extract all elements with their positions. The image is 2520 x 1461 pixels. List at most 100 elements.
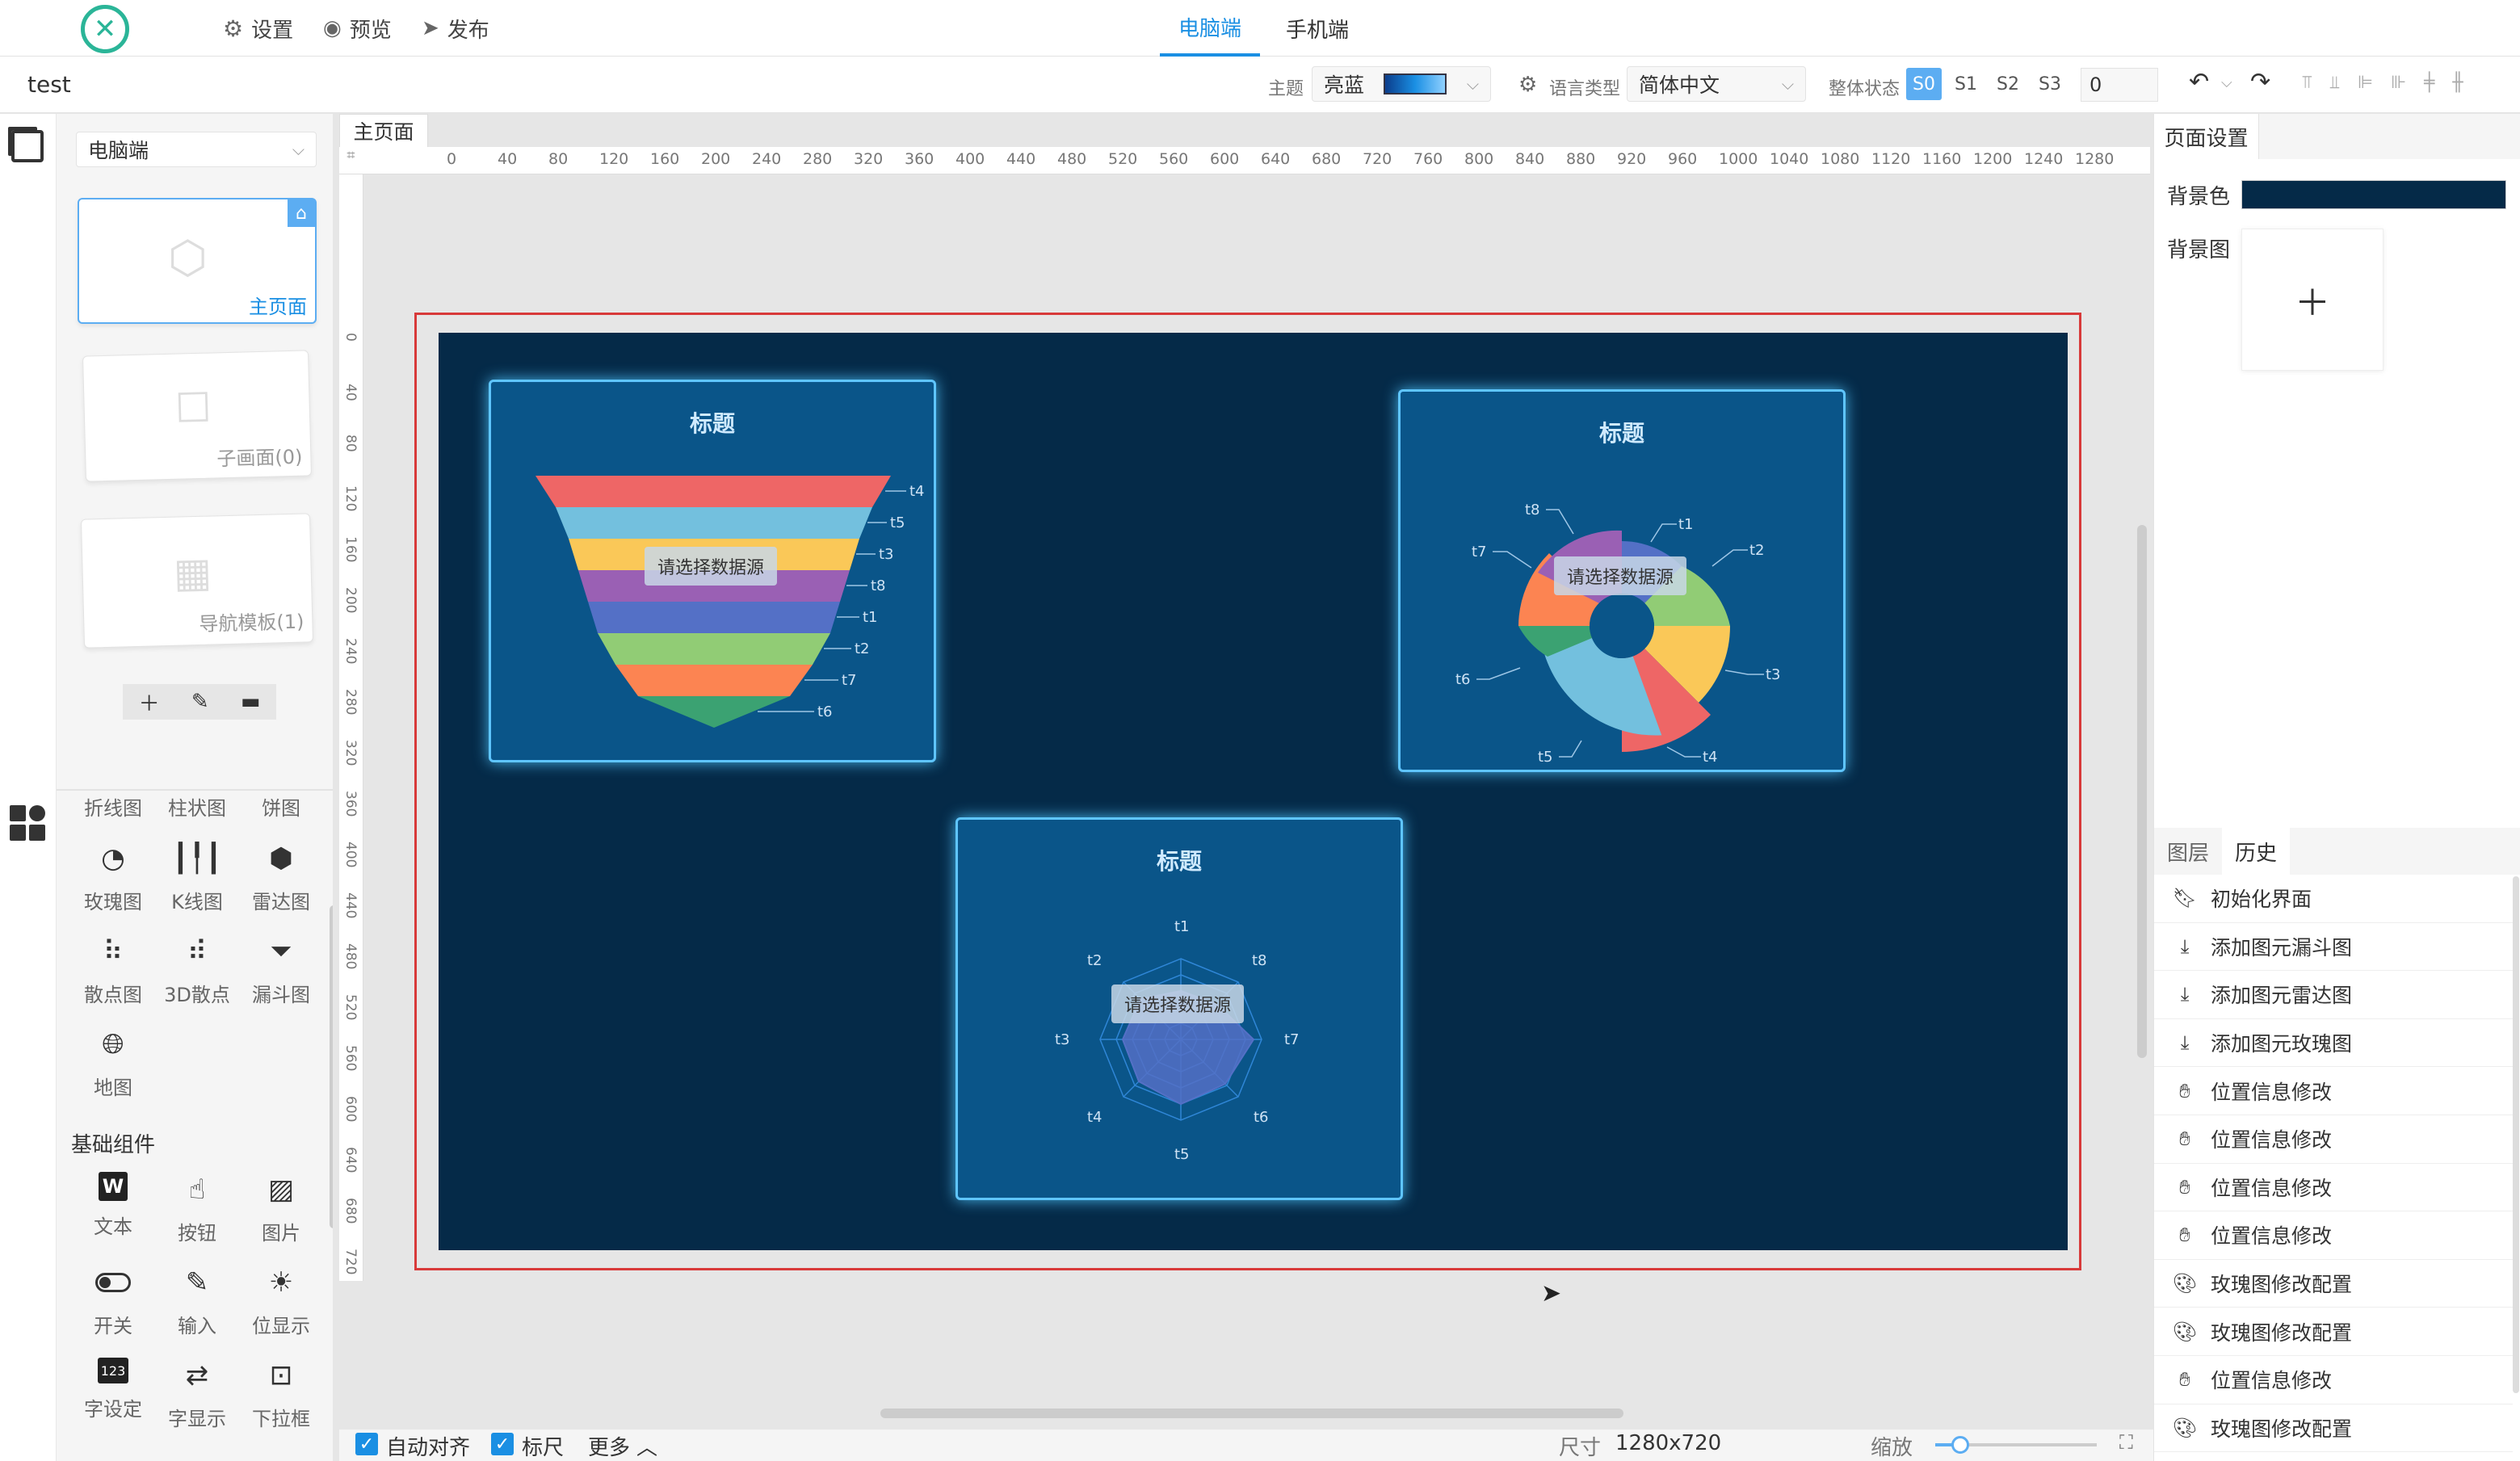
align-bottom-icon[interactable]: ⫫ [2329,73,2339,93]
align-top-icon[interactable]: ⫪ [2302,73,2312,93]
page-navtemplate[interactable]: ▦ 导航模板(1) [80,513,314,649]
history-item[interactable]: 🎨︎ 玫瑰图修改配置 [2154,1404,2513,1453]
chevron-down-icon: ⌵ [292,140,304,159]
hand-icon: ✋︎ [2179,1224,2190,1247]
align-left-icon[interactable]: ⊫ [2358,73,2373,93]
language-select[interactable]: 简体中文 ⌵ [1627,66,1806,102]
component-text[interactable]: W 文本 [71,1172,155,1245]
redo-icon[interactable]: ↷ [2250,68,2270,96]
ruler-tick-label: 600 [1210,150,1240,168]
publish-menu[interactable]: ➤ 发布 [422,0,489,57]
tab-page-settings[interactable]: 页面设置 [2154,114,2259,159]
close-logo-icon[interactable]: ✕ [81,5,129,53]
radar-widget[interactable]: 标题 t1 t8 t7 t6 t5 t4 t3 t2 请选择数据源 [956,817,1403,1200]
history-item[interactable]: ⤓ 添加图元雷达图 [2154,971,2513,1019]
page-subscreen-label: 子画面(0) [216,445,303,471]
align-right-icon[interactable]: ⊪ [2391,73,2406,93]
rose-label: t5 [1538,749,1553,766]
history-item[interactable]: ✋︎ 位置信息修改 [2154,1164,2513,1212]
state-s1[interactable]: S1 [1948,68,1984,100]
settings-menu[interactable]: ⚙ 设置 [223,0,293,57]
folder-icon[interactable]: ▬ [241,690,261,714]
history-label: 位置信息修改 [2211,1080,2333,1104]
pages-icon[interactable] [11,130,44,162]
components-icon[interactable] [10,805,45,841]
history-item[interactable]: ✋︎ 位置信息修改 [2154,1115,2513,1164]
history-scrollbar[interactable] [2513,876,2519,1393]
component-radar[interactable]: ⬢ 雷达图 [239,841,323,914]
tab-mobile[interactable]: 手机端 [1273,0,1362,57]
component-switch[interactable]: 开关 [71,1265,155,1338]
datasource-placeholder[interactable]: 请选择数据源 [1554,556,1687,595]
funnel-widget[interactable]: 标题 t4 t5 t3 t8 t1 t2 t7 t6 请选择数据源 [489,380,936,762]
fit-screen-icon[interactable]: ⛶ [2119,1431,2133,1454]
history-item[interactable]: 🎨︎ 玫瑰图修改配置 [2154,1260,2513,1308]
zoom-slider-handle[interactable] [1951,1436,1969,1454]
component-pie[interactable]: 饼图 [239,792,323,820]
stage[interactable]: 标题 t4 t5 t3 t8 t1 t2 t7 t6 请选择数据源 标题 t1 … [439,333,2068,1250]
component-worddisplay[interactable]: ⇄ 字显示 [155,1358,239,1431]
datasource-placeholder[interactable]: 请选择数据源 [1111,984,1245,1023]
ruler-tick-label: 880 [1566,150,1596,168]
component-label: 按钮 [178,1222,216,1245]
scatter-icon: ⠷ [103,935,124,968]
state-s3[interactable]: S3 [2032,68,2068,100]
rose-widget[interactable]: 标题 t1 t2 t3 t4 t5 t6 t7 t8 请选择数据源 [1398,389,1846,772]
chevron-down-icon[interactable]: ⌵ [2221,74,2232,91]
component-funnel[interactable]: ⏷ 漏斗图 [239,934,323,1007]
hand-icon: ✋︎ [2179,1079,2190,1102]
component-bar[interactable]: 柱状图 [155,792,239,820]
component-line[interactable]: 折线图 [71,792,155,820]
ruler-checkbox[interactable]: ✓ [491,1433,514,1455]
page-main[interactable]: ⬡ ⌂ 主页面 [78,198,317,324]
history-item[interactable]: ✋︎ 位置信息修改 [2154,1067,2513,1115]
tab-desktop[interactable]: 电脑端 [1160,0,1260,57]
more-button[interactable]: 更多 ︿ [588,1431,657,1461]
state-label: 整体状态 [1829,79,1900,99]
component-button[interactable]: ☝ 按钮 [155,1172,239,1245]
component-image[interactable]: ▨ 图片 [239,1172,323,1245]
ruler-tick-label: 1200 [1973,150,2013,168]
align-vcenter-icon[interactable]: ╫ [2452,73,2463,93]
component-bitdisplay[interactable]: ☀ 位显示 [239,1265,323,1338]
tab-history[interactable]: 历史 [2222,828,2290,875]
preview-menu[interactable]: ◉ 预览 [323,0,392,57]
theme-select[interactable]: 亮蓝 ⌵ [1312,66,1491,102]
history-item[interactable]: ⤓ 添加图元漏斗图 [2154,923,2513,972]
state-s2[interactable]: S2 [1990,68,2026,100]
align-hcenter-icon[interactable]: ╪ [2424,73,2434,93]
component-rose[interactable]: ◔ 玫瑰图 [71,841,155,914]
component-input[interactable]: ✎ 输入 [155,1265,239,1338]
component-label: 雷达图 [252,891,310,913]
tab-main-page[interactable]: 主页面 [339,114,428,147]
canvas-vscrollbar[interactable] [2137,525,2147,1058]
undo-icon[interactable]: ↶ [2189,68,2209,96]
canvas-hscrollbar[interactable] [880,1409,1623,1418]
bg-color-swatch[interactable] [2241,180,2506,209]
datasource-placeholder[interactable]: 请选择数据源 [645,547,778,586]
auto-align-checkbox[interactable]: ✓ [355,1433,378,1455]
component-dropdown[interactable]: ⊡ 下拉框 [239,1358,323,1431]
ruler-tick-label: 1120 [1871,150,1911,168]
add-icon[interactable]: ＋ [139,687,160,717]
component-map[interactable]: 🌐︎ 地图 [71,1026,155,1100]
history-item[interactable]: 🔖︎ 初始化界面 [2154,875,2513,923]
component-wordset[interactable]: 123 字设定 [71,1358,155,1431]
tab-layers[interactable]: 图层 [2154,828,2222,875]
component-scatter[interactable]: ⠷ 散点图 [71,934,155,1007]
edit-icon[interactable]: ✎ [191,690,209,714]
bg-image-upload[interactable]: ＋ [2241,229,2384,371]
history-item[interactable]: ⤓ 添加图元玫瑰图 [2154,1019,2513,1068]
page-subscreen[interactable]: ☐ 子画面(0) [82,350,312,482]
funnel-slice-t5 [556,507,872,539]
component-kline[interactable]: ┃╿┃ K线图 [155,841,239,914]
state-s0[interactable]: S0 [1906,68,1942,100]
history-item[interactable]: ✋︎ 位置信息修改 [2154,1211,2513,1260]
state-input[interactable]: 0 [2081,68,2158,102]
component-3dscatter[interactable]: ⠾ 3D散点 [155,934,239,1007]
history-item[interactable]: ✋︎ 位置信息修改 [2154,1356,2513,1404]
ruler-tick-label: 280 [803,150,833,168]
history-item[interactable]: 🎨︎ 玫瑰图修改配置 [2154,1308,2513,1356]
device-select[interactable]: 电脑端 ⌵ [76,132,317,167]
ruler-vertical: 0 40 80 120 160 200 240 280 320 360 400 440 480 520 56… [339,174,363,1281]
